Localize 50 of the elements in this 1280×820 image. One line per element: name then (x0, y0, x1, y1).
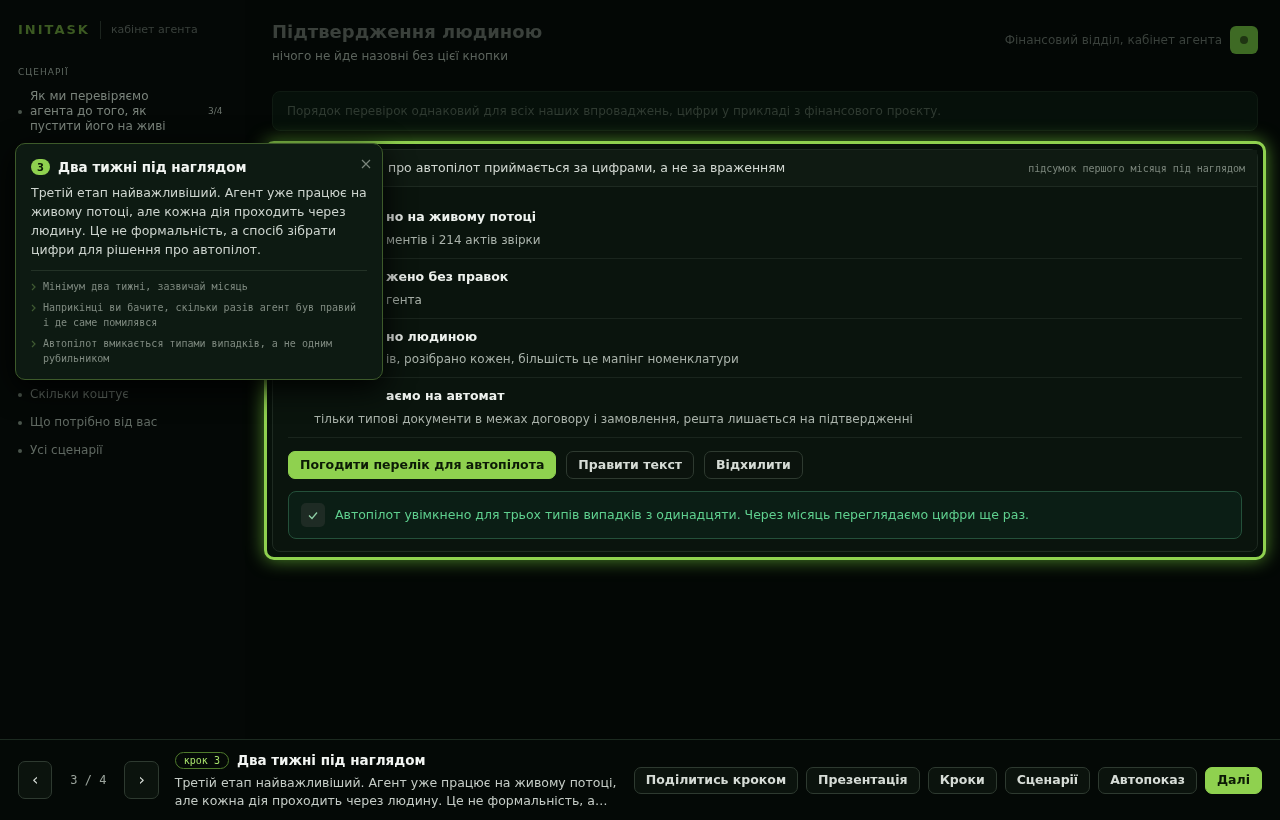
action-button[interactable]: Погодити перелік для автопілота (288, 451, 557, 479)
sidebar-item[interactable]: Усі сценарії (18, 439, 227, 462)
step-title: Два тижні під наглядом (236, 750, 426, 770)
footer-button[interactable]: Поділитись кроком (633, 766, 799, 794)
footer-button[interactable]: Кроки (927, 766, 997, 794)
previous-button[interactable]: ‹ (18, 761, 53, 799)
card-note: підсумок першого місяця під наглядом (1028, 161, 1245, 176)
check-detail: ів, розібрано кожен, більшість це мапінг номенклатури (386, 351, 740, 369)
step-number: 3 (31, 159, 50, 176)
check-detail: ментів і 214 актів звірки (386, 231, 542, 249)
popover-point: Автопілот вмикається типами випадків, а не одним рубильником (43, 337, 333, 367)
account-label: Фінансовий відділ, кабінет агента (1004, 32, 1222, 49)
dot-icon (18, 109, 22, 114)
result-text: Автопілот увімкнено для трьох типів випадків з одинадцяти. Через місяць переглядаємо цифри ще раз. (335, 506, 1030, 524)
check-title: аємо на автомат (386, 387, 506, 406)
page-subtitle: нічого не йде назовні без цієї кнопки (272, 48, 509, 65)
section-label: СЦЕНАРІЇ (18, 65, 70, 79)
brand-logo: INITASK (18, 21, 90, 39)
step-description: Третій етап найважливіший. Агент уже працює на живому потоці, але кожна дія проходить через людину. Це не формальність, а… (174, 774, 618, 811)
sidebar-item[interactable]: Що потрібно від вас (18, 411, 227, 434)
footer-button[interactable]: Сценарії (1004, 766, 1091, 794)
progress-count: 3/4 (208, 105, 223, 118)
dot-icon (18, 448, 22, 453)
check-detail: гента (386, 291, 423, 309)
footer-button[interactable]: Автопоказ (1098, 766, 1197, 794)
dot-icon (18, 420, 22, 425)
chevron-icon (31, 340, 37, 349)
chevron-icon (31, 304, 37, 313)
chevron-icon (31, 283, 37, 292)
action-button[interactable]: Правити текст (566, 451, 695, 479)
action-button[interactable]: Відхилити (704, 451, 803, 479)
sidebar-item[interactable]: Як ми перевіряємо агента до того, як пустити його на живі 3/4 (18, 85, 227, 138)
popover-point: Наприкінці ви бачите, скільки разів агент був правий і де саме помилявся (43, 301, 358, 331)
close-icon[interactable] (361, 159, 371, 170)
next-button[interactable]: › (124, 761, 159, 799)
dot-icon (18, 392, 22, 397)
popover-title: Два тижні під наглядом (58, 158, 248, 177)
check-icon (301, 503, 325, 527)
check-detail: тільки типові документи в межах договору і замовлення, решта лишається на підтвердженні (314, 411, 914, 428)
avatar-icon[interactable] (1230, 26, 1258, 54)
check-title: жено без правок (386, 267, 510, 286)
popover-point: Мінімум два тижні, зазвичай місяць (43, 280, 248, 295)
check-title: но на живому потоці (386, 208, 538, 226)
popover-text: Третій етап найважливіший. Агент уже працює на живому потоці, але кожна дія проходить через людину. Це не формальність, а спосіб зібрати цифри для рішення про автопілот. (31, 184, 367, 260)
step-counter: 3 / 4 (69, 772, 108, 789)
page-title: Підтвердження людиною (272, 20, 543, 44)
footer-button[interactable]: Далі (1205, 766, 1262, 794)
footer-button[interactable]: Презентація (806, 766, 920, 794)
card-header: про автопілот приймається за цифрами, а не за враженням (388, 158, 786, 177)
check-title: но людиною (386, 327, 479, 346)
